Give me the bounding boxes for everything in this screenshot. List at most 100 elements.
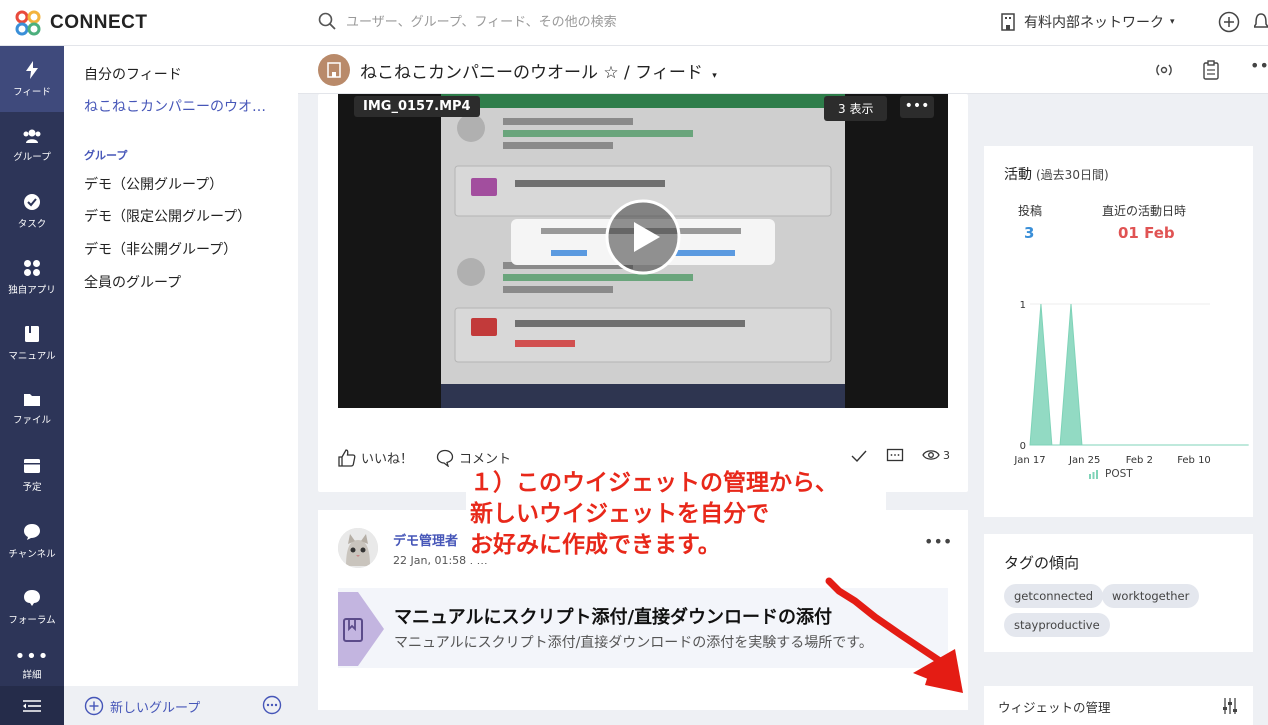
legend-label: POST <box>1105 468 1133 480</box>
create-button[interactable] <box>1218 11 1240 37</box>
sidebar-item-company-wall[interactable]: ねこねこカンパニーのウオ… <box>84 96 266 116</box>
widget-manager-label: ウィジェットの管理 <box>998 700 1111 715</box>
mark-done-button[interactable] <box>850 448 868 464</box>
play-icon[interactable] <box>604 198 682 276</box>
last-activity-label: 直近の活動日時 <box>1102 204 1187 218</box>
eye-icon <box>922 450 940 460</box>
x-tick-label: Jan 25 <box>1068 455 1100 466</box>
nav-forum[interactable]: フォーラム <box>0 574 64 640</box>
sidebar-item-group[interactable]: 全員のグループ <box>84 272 181 292</box>
view-count-value: 3 <box>943 448 950 462</box>
tag-chip[interactable]: getconnected <box>1004 584 1104 608</box>
channel-title-text: ねこねこカンパニーのウオール ☆ / フィード <box>360 63 703 83</box>
nav-tasks[interactable]: タスク <box>0 178 64 244</box>
posts-label: 投稿 <box>1018 204 1043 218</box>
chevron-down-icon: ▾ <box>712 71 717 81</box>
tag-chip[interactable]: worktogether <box>1102 584 1200 608</box>
collapse-menu-icon <box>23 699 41 712</box>
notifications-button[interactable] <box>1252 12 1268 36</box>
translate-button[interactable] <box>886 448 904 464</box>
nav-feed[interactable]: フィード <box>0 46 64 112</box>
chart-legend: POST <box>1088 468 1133 480</box>
logo[interactable]: CONNECT <box>14 9 147 37</box>
callout-line: 新しいウイジェットを自分で <box>470 501 769 527</box>
tag-chip[interactable]: stayproductive <box>1004 613 1110 637</box>
clipboard-button[interactable] <box>1202 60 1220 84</box>
posts-value: 3 <box>1024 224 1035 242</box>
checkmark-icon <box>851 450 867 463</box>
sidebar-item-my-feed[interactable]: 自分のフィード <box>84 64 182 84</box>
view-count[interactable]: 3 <box>922 448 950 462</box>
instruction-callout: １）このウイジェットの管理から、 新しいウイジェットを自分で お好みに作成できま… <box>466 466 886 563</box>
check-circle-icon <box>24 193 40 210</box>
sidebar-item-group[interactable]: デモ（公開グループ） <box>84 174 223 194</box>
manual-title[interactable]: マニュアルにスクリプト添付/直接ダウンロードの添付 <box>394 603 832 629</box>
connect-logo-icon <box>15 10 41 36</box>
legend-bar-icon <box>1089 470 1098 479</box>
sliders-icon[interactable] <box>1222 697 1238 715</box>
thumbs-up-icon <box>338 448 356 467</box>
nav-groups[interactable]: グループ <box>0 112 64 178</box>
channel-title[interactable]: ねこねこカンパニーのウオール ☆ / フィード ▾ <box>360 58 717 83</box>
network-selector[interactable]: 有料内部ネットワーク ▾ <box>1000 12 1175 32</box>
avatar[interactable] <box>338 528 378 568</box>
more-icon: ••• <box>14 645 50 667</box>
search-bar[interactable]: ユーザー、グループ、フィード、その他の検索 <box>318 11 617 30</box>
sidebar-more-button[interactable] <box>262 695 282 719</box>
widget-manager[interactable]: ウィジェットの管理 <box>984 686 1253 725</box>
sidebar-footer: 新しいグループ <box>64 686 298 725</box>
nav-label: チャンネル <box>8 548 56 560</box>
comment-label: コメント <box>459 452 512 467</box>
red-arrow-icon <box>825 577 963 693</box>
comment-button[interactable]: コメント <box>436 448 511 467</box>
nav-channels[interactable]: チャンネル <box>0 508 64 574</box>
nav-label: フォーラム <box>8 614 56 626</box>
manual-book-icon <box>338 592 384 666</box>
collapse-nav-button[interactable] <box>0 686 64 725</box>
chat-icon <box>24 523 40 540</box>
live-button[interactable] <box>1154 60 1174 84</box>
nav-label: フィード <box>13 86 51 98</box>
lightning-icon <box>26 60 38 79</box>
video-more-icon[interactable]: ••• <box>900 96 934 118</box>
channel-header: ねこねこカンパニーのウオール ☆ / フィード ▾ ••• <box>298 46 1268 94</box>
activity-title: 活動 <box>1004 167 1032 183</box>
cat-avatar-image <box>338 528 378 568</box>
nav-files[interactable]: ファイル <box>0 376 64 442</box>
post-more-icon[interactable]: ••• <box>924 532 952 551</box>
activity-subtitle: (過去30日間) <box>1036 168 1109 182</box>
sidebar-item-group[interactable]: デモ（限定公開グループ） <box>84 206 251 226</box>
folder-icon <box>24 394 40 406</box>
nav-more[interactable]: ••• 詳細 <box>0 640 64 686</box>
sidebar-item-group[interactable]: デモ（非公開グループ） <box>84 239 237 259</box>
network-label: 有料内部ネットワーク <box>1024 15 1164 31</box>
more-circle-icon <box>262 695 282 715</box>
y-tick-label: 1 <box>1020 300 1026 311</box>
like-button[interactable]: いいね！ <box>338 448 413 467</box>
callout-line: お好みに作成できます。 <box>470 532 721 558</box>
callout-line: １）このウイジェットの管理から、 <box>470 470 838 496</box>
activity-chart: 0 1 Jan 17 Jan 25 Feb 2 Feb 10 <box>1013 300 1249 466</box>
building-icon <box>327 62 341 78</box>
nav-calendar[interactable]: 予定 <box>0 442 64 508</box>
feed-sidebar: 自分のフィード ねこねこカンパニーのウオ… グループ デモ（公開グループ） デモ… <box>64 46 298 725</box>
nav-manual[interactable]: マニュアル <box>0 310 64 376</box>
nav-apps[interactable]: 独自アプリ <box>0 244 64 310</box>
x-tick-label: Feb 2 <box>1126 455 1153 466</box>
video-player[interactable]: IMG_0157.MP4 3 表示 ••• <box>338 94 948 408</box>
forum-icon <box>24 589 40 606</box>
book-icon <box>25 325 39 342</box>
search-input[interactable]: ユーザー、グループ、フィード、その他の検索 <box>346 11 617 30</box>
clipboard-icon <box>1203 60 1219 80</box>
chevron-down-icon: ▾ <box>1170 17 1175 27</box>
series-area <box>1029 303 1249 446</box>
header-more-icon[interactable]: ••• <box>1250 56 1268 75</box>
comment-icon <box>436 449 454 467</box>
broadcast-icon <box>1156 64 1172 76</box>
nav-label: マニュアル <box>8 350 56 362</box>
new-group-button[interactable]: 新しいグループ <box>84 696 200 716</box>
post-author[interactable]: デモ管理者 <box>393 530 458 549</box>
nav-label: タスク <box>17 218 47 230</box>
bell-icon <box>1252 13 1268 28</box>
feed-post-video: IMG_0157.MP4 3 表示 ••• いいね！ コメント 3 <box>318 94 968 492</box>
